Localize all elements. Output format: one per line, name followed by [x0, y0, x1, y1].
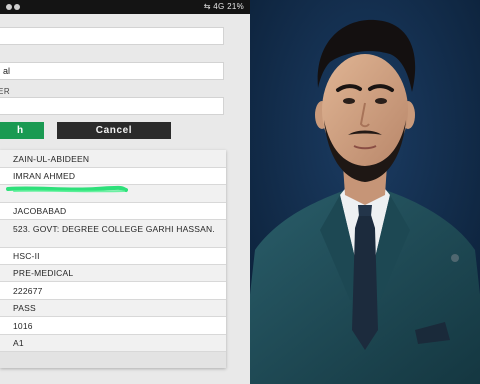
result-row: 523. GOVT: DEGREE COLLEGE GARHI HASSAN. — [0, 220, 226, 248]
results-table: ZAIN-UL-ABIDEEN IMRAN AHMED JACOBABAD 52… — [0, 150, 226, 368]
result-row: 1016 — [0, 317, 226, 335]
form-field-1[interactable] — [0, 27, 224, 45]
notification-dot-icon — [14, 4, 20, 10]
result-row: IMRAN AHMED — [0, 168, 226, 185]
redaction-scribble — [6, 185, 128, 193]
portrait-photo — [250, 0, 480, 384]
result-row: PASS — [0, 300, 226, 317]
search-button[interactable]: h — [0, 122, 44, 139]
form-field-2[interactable]: al — [0, 62, 224, 80]
result-row: A1 — [0, 335, 226, 352]
cancel-button[interactable]: Cancel — [57, 122, 171, 139]
form-field-3-label: ER — [0, 87, 11, 96]
result-row: JACOBABAD — [0, 203, 226, 220]
notification-dot-icon — [6, 4, 12, 10]
status-bar-indicators: ⇆ 4G 21% — [204, 2, 244, 11]
result-row: 222677 — [0, 282, 226, 300]
result-row: HSC-II — [0, 248, 226, 265]
status-text: 4G 21% — [213, 2, 244, 11]
form-field-3[interactable] — [0, 97, 224, 115]
phone-screenshot: ⇆ 4G 21% al ER h Cancel ZAIN-UL-ABIDEEN … — [0, 0, 250, 384]
result-row: ZAIN-UL-ABIDEEN — [0, 150, 226, 168]
notification-icons — [6, 3, 32, 11]
status-bar: ⇆ 4G 21% — [0, 0, 250, 14]
signal-icon: ⇆ — [203, 2, 214, 11]
result-row: PRE-MEDICAL — [0, 265, 226, 282]
